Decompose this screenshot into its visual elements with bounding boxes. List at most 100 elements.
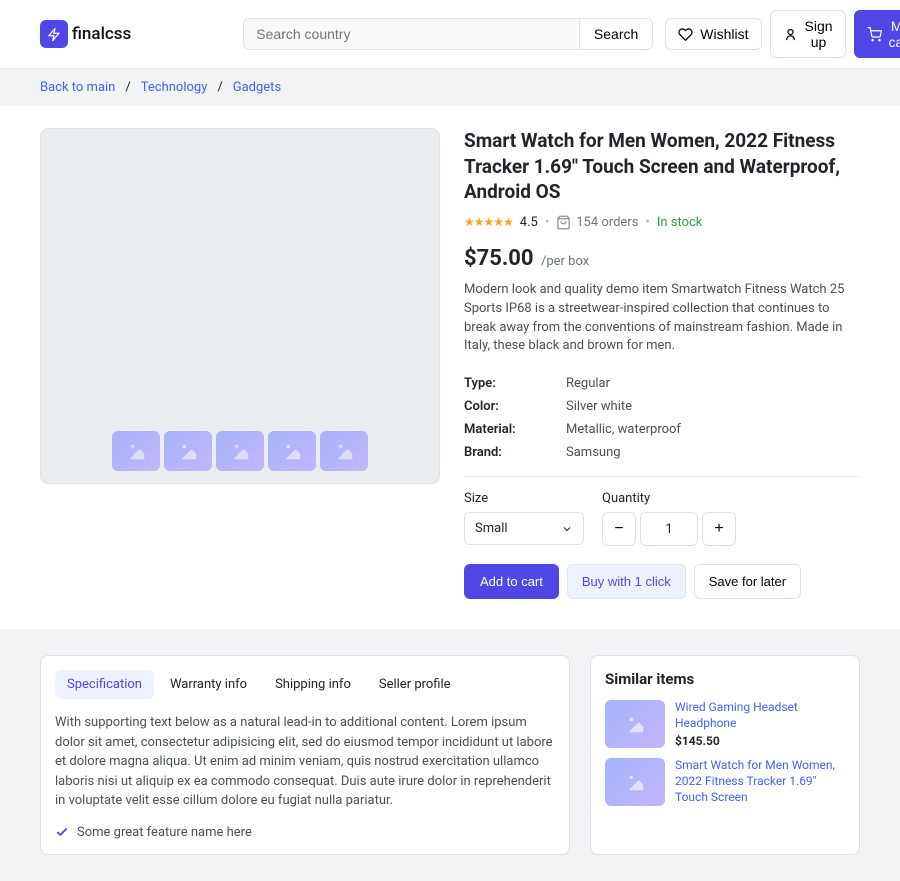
placeholder-icon <box>281 440 303 462</box>
thumbnail[interactable] <box>112 431 160 471</box>
qty-decrease-button[interactable]: − <box>602 512 636 546</box>
attr-key: Type: <box>464 376 566 391</box>
thumbnails <box>112 431 368 471</box>
add-to-cart-button[interactable]: Add to cart <box>464 564 559 599</box>
placeholder-icon <box>229 440 251 462</box>
stars-icon: ★★★★★ <box>464 215 513 229</box>
attr-value: Samsung <box>566 445 621 460</box>
signup-button[interactable]: Sign up <box>770 10 846 58</box>
signup-label: Sign up <box>805 18 833 50</box>
breadcrumb-sep: / <box>125 80 130 95</box>
cart-label: My cart <box>889 18 900 50</box>
bag-icon <box>556 215 571 230</box>
lower-section: Specification Warranty info Shipping inf… <box>0 629 900 881</box>
logo-icon <box>40 20 68 48</box>
gallery <box>40 128 440 599</box>
options-row: Size Small Quantity − 1 + <box>464 491 860 546</box>
tab-specification[interactable]: Specification <box>55 670 154 699</box>
similar-image[interactable] <box>605 758 665 806</box>
attr-value: Metallic, waterproof <box>566 422 681 437</box>
cart-button[interactable]: My cart (0) <box>854 10 900 58</box>
quantity-label: Quantity <box>602 491 736 506</box>
dot: • <box>645 215 649 230</box>
placeholder-icon <box>125 440 147 462</box>
user-icon <box>783 27 798 42</box>
thumbnail[interactable] <box>216 431 264 471</box>
similar-name[interactable]: Smart Watch for Men Women, 2022 Fitness … <box>675 758 845 805</box>
attr-row: Type:Regular <box>464 372 860 395</box>
similar-price: $145.50 <box>675 734 845 748</box>
header: finalcss Search Wishlist Sign up My cart… <box>0 0 900 69</box>
thumbnail[interactable] <box>268 431 316 471</box>
main-image[interactable] <box>40 128 440 484</box>
header-actions: Wishlist Sign up My cart (0) <box>665 10 900 58</box>
attr-value: Silver white <box>566 399 632 414</box>
buy-one-click-button[interactable]: Buy with 1 click <box>567 564 686 599</box>
save-later-button[interactable]: Save for later <box>694 564 801 599</box>
breadcrumb-back[interactable]: Back to main <box>40 80 115 95</box>
breadcrumb-technology[interactable]: Technology <box>141 80 208 95</box>
size-value: Small <box>475 521 508 536</box>
per-box: /per box <box>541 254 589 269</box>
cart-icon <box>867 27 882 42</box>
wishlist-label: Wishlist <box>700 26 748 42</box>
thumbnail[interactable] <box>320 431 368 471</box>
price-row: $75.00 /per box <box>464 246 860 271</box>
attr-value: Regular <box>566 376 610 391</box>
similar-image[interactable] <box>605 700 665 748</box>
cta-row: Add to cart Buy with 1 click Save for la… <box>464 564 860 599</box>
qty-value: 1 <box>640 512 698 546</box>
attr-key: Brand: <box>464 445 566 460</box>
check-icon <box>55 825 69 839</box>
product-title: Smart Watch for Men Women, 2022 Fitness … <box>464 128 860 205</box>
product-detail: Smart Watch for Men Women, 2022 Fitness … <box>464 128 860 599</box>
tab-shipping[interactable]: Shipping info <box>263 670 363 699</box>
orders-count: 154 orders <box>556 215 638 230</box>
price: $75.00 <box>464 246 534 271</box>
attr-row: Material:Metallic, waterproof <box>464 418 860 441</box>
quantity-option: Quantity − 1 + <box>602 491 736 546</box>
tab-warranty[interactable]: Warranty info <box>158 670 259 699</box>
breadcrumb-bar: Back to main / Technology / Gadgets <box>0 69 900 106</box>
breadcrumb-sep: / <box>217 80 222 95</box>
product-description: Modern look and quality demo item Smartw… <box>464 281 860 356</box>
attr-row: Brand:Samsung <box>464 441 860 464</box>
similar-item: Smart Watch for Men Women, 2022 Fitness … <box>605 758 845 808</box>
spec-card: Specification Warranty info Shipping inf… <box>40 655 570 855</box>
quantity-stepper: − 1 + <box>602 512 736 546</box>
logo[interactable]: finalcss <box>40 20 131 48</box>
brand-name: finalcss <box>72 24 131 44</box>
search-form: Search <box>243 18 653 50</box>
orders-text: 154 orders <box>576 215 638 230</box>
wishlist-button[interactable]: Wishlist <box>665 18 761 50</box>
placeholder-icon <box>177 440 199 462</box>
attr-key: Color: <box>464 399 566 414</box>
rating-value: 4.5 <box>520 215 538 230</box>
feature-item: Some great feature name here <box>55 825 555 840</box>
size-option: Size Small <box>464 491 584 546</box>
attr-row: Color:Silver white <box>464 395 860 418</box>
breadcrumb: Back to main / Technology / Gadgets <box>40 80 860 95</box>
qty-increase-button[interactable]: + <box>702 512 736 546</box>
placeholder-icon <box>333 440 355 462</box>
tabs: Specification Warranty info Shipping inf… <box>55 670 555 699</box>
dot: • <box>545 215 549 230</box>
feature-text: Some great feature name here <box>77 825 252 840</box>
similar-item: Wired Gaming Headset Headphone $145.50 <box>605 700 845 748</box>
size-select[interactable]: Small <box>464 512 584 545</box>
rating-row: ★★★★★ 4.5 • 154 orders • In stock <box>464 215 860 230</box>
thumbnail[interactable] <box>164 431 212 471</box>
tab-seller[interactable]: Seller profile <box>367 670 463 699</box>
product-section: Smart Watch for Men Women, 2022 Fitness … <box>0 106 900 629</box>
similar-name[interactable]: Wired Gaming Headset Headphone <box>675 700 845 731</box>
stock-status: In stock <box>657 215 703 230</box>
search-input[interactable] <box>243 18 579 50</box>
breadcrumb-gadgets[interactable]: Gadgets <box>233 80 281 95</box>
placeholder-icon <box>624 713 646 735</box>
similar-card: Similar items Wired Gaming Headset Headp… <box>590 655 860 855</box>
heart-icon <box>678 27 693 42</box>
search-button[interactable]: Search <box>579 18 653 50</box>
similar-title: Similar items <box>605 670 845 688</box>
placeholder-icon <box>624 771 646 793</box>
attr-key: Material: <box>464 422 566 437</box>
